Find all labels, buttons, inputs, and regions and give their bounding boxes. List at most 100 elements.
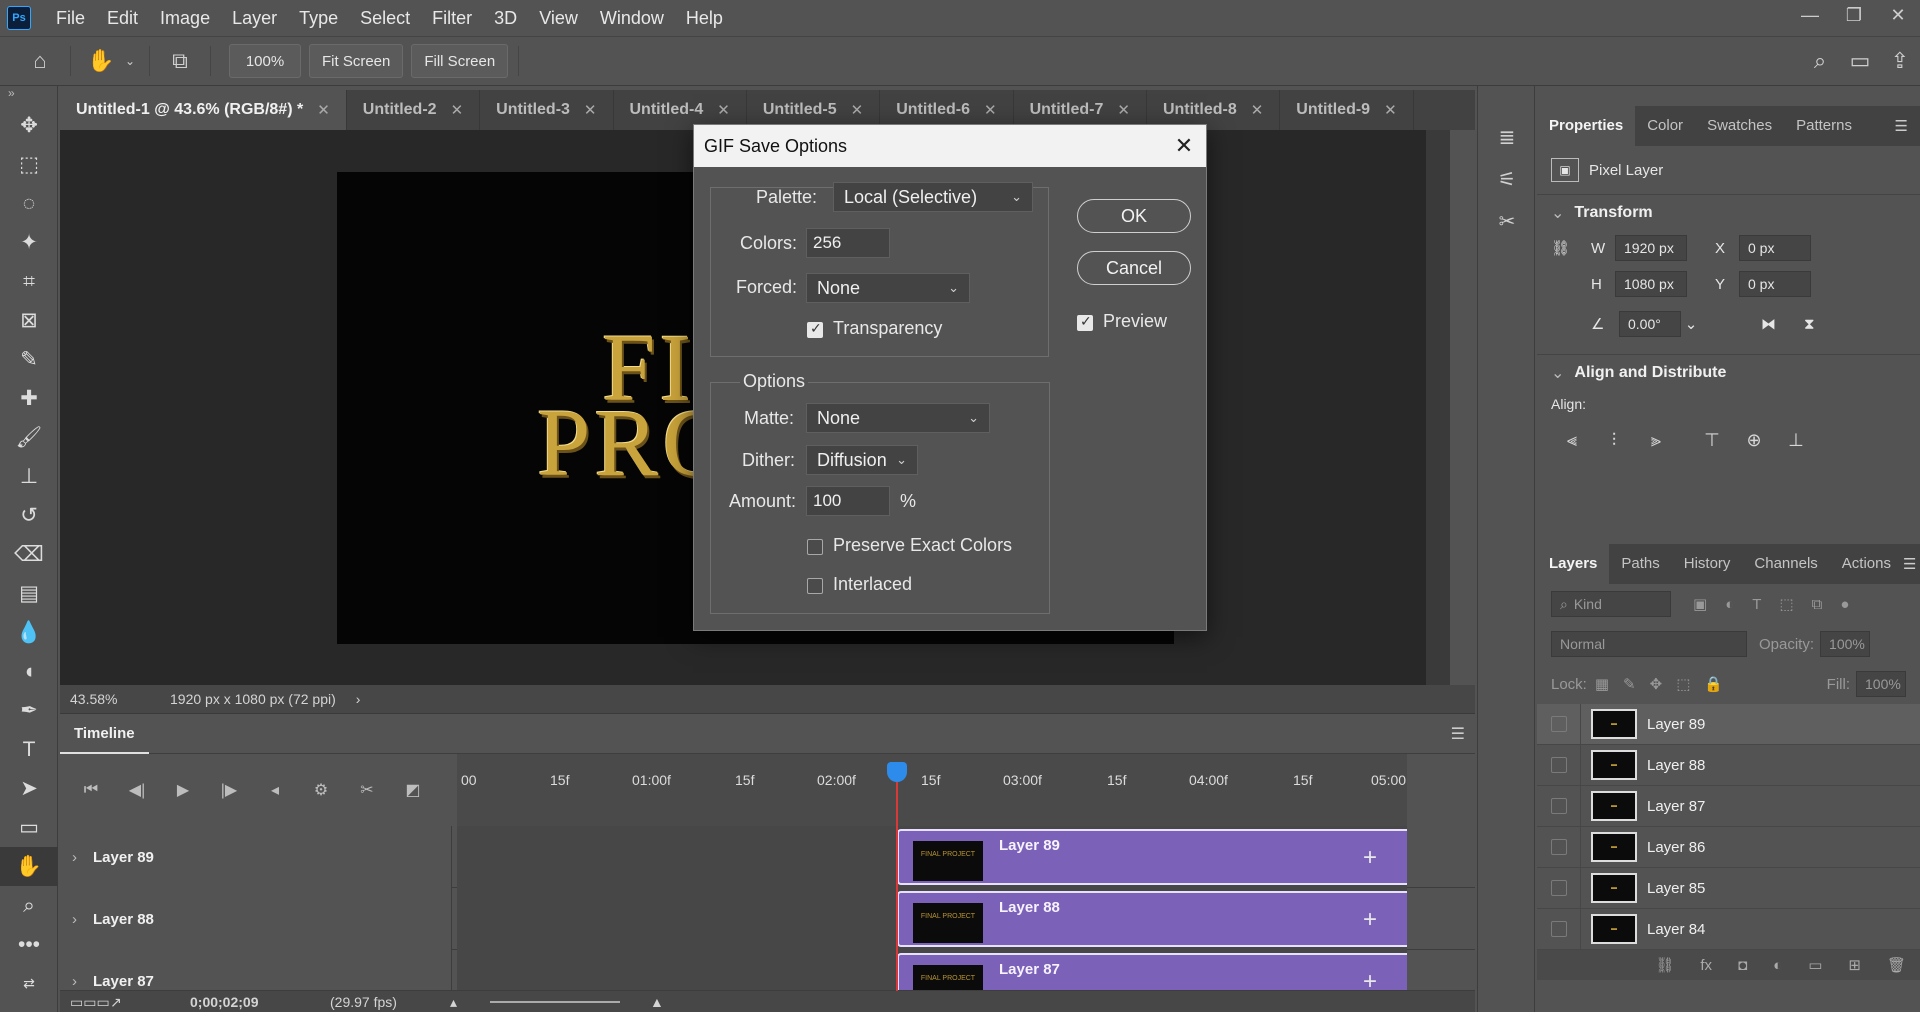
menu-filter[interactable]: Filter — [421, 0, 483, 36]
palette-select[interactable]: Local (Selective) ⌄ — [833, 182, 1033, 212]
new-layer-icon[interactable]: ⊞ — [1848, 956, 1861, 974]
timeline-track[interactable]: FINAL PROJECT Layer 89 + — [457, 826, 1407, 888]
filter-shape-icon[interactable]: ⬚ — [1779, 595, 1793, 613]
lock-transparent-icon[interactable]: ▦ — [1595, 675, 1609, 693]
panel-menu-icon[interactable]: ☰ — [1895, 117, 1908, 135]
visibility-toggle[interactable] — [1537, 868, 1581, 908]
search-icon[interactable]: ⌕ — [1800, 41, 1840, 81]
tab-color[interactable]: Color — [1635, 106, 1695, 146]
rectangle-tool-icon[interactable]: ▭ — [0, 808, 58, 847]
close-icon[interactable]: ✕ — [851, 101, 864, 119]
zoom-100-button[interactable]: 100% — [229, 44, 301, 78]
add-media-icon[interactable]: + — [1363, 906, 1377, 934]
close-icon[interactable]: ✕ — [317, 101, 330, 119]
go-to-first-frame-icon[interactable]: ⏮ — [68, 770, 114, 810]
chevron-right-icon[interactable]: › — [72, 849, 77, 866]
swap-colors-icon[interactable]: ⇄ — [0, 964, 58, 1003]
tab-history[interactable]: History — [1672, 544, 1743, 584]
eyedropper-tool-icon[interactable]: ✎ — [0, 340, 58, 379]
height-field[interactable]: 1080 px — [1615, 271, 1687, 297]
path-selection-tool-icon[interactable]: ➤ — [0, 769, 58, 808]
tab-untitled-1[interactable]: Untitled-1 @ 43.6% (RGB/8#) * ✕ — [60, 90, 347, 130]
visibility-toggle[interactable] — [1537, 745, 1581, 785]
render-video-icon[interactable]: ↗ — [110, 994, 190, 1011]
more-tools-icon[interactable]: ••• — [0, 925, 58, 964]
lock-all-icon[interactable]: 🔒 — [1704, 675, 1723, 693]
dither-select[interactable]: Diffusion ⌄ — [806, 445, 918, 475]
timeline-track[interactable]: FINAL PROJECT Layer 88 + — [457, 888, 1407, 950]
forced-select[interactable]: None ⌄ — [806, 273, 970, 303]
menu-help[interactable]: Help — [675, 0, 734, 36]
layer-item[interactable]: ▬ Layer 84 — [1537, 909, 1920, 950]
trash-icon[interactable]: 🗑 — [1887, 956, 1906, 974]
crop-tool-icon[interactable]: ⌗ — [0, 262, 58, 301]
zoom-level[interactable]: 43.58% — [60, 691, 160, 707]
menu-view[interactable]: View — [528, 0, 589, 36]
restore-icon[interactable]: ❐ — [1832, 0, 1876, 30]
tab-untitled-9[interactable]: Untitled-9 ✕ — [1280, 90, 1414, 130]
canvas-vertical-scrollbar[interactable] — [1426, 130, 1450, 685]
menu-window[interactable]: Window — [589, 0, 675, 36]
timeline-clip[interactable]: FINAL PROJECT Layer 87 — [897, 953, 1407, 990]
lock-position-icon[interactable]: ✥ — [1650, 675, 1663, 693]
playhead-handle[interactable] — [887, 762, 907, 782]
timeline-clip[interactable]: FINAL PROJECT Layer 89 — [897, 829, 1407, 885]
amount-input[interactable]: 100 — [806, 486, 890, 516]
x-field[interactable]: 0 px — [1739, 235, 1811, 261]
close-icon[interactable]: ✕ — [1384, 101, 1397, 119]
new-group-icon[interactable]: ▭ — [1808, 956, 1822, 974]
clone-stamp-tool-icon[interactable]: ⊥ — [0, 457, 58, 496]
preserve-exact-colors-checkbox[interactable] — [807, 539, 823, 555]
panel-menu-icon[interactable]: ☰ — [1451, 724, 1465, 744]
healing-brush-tool-icon[interactable]: ✚ — [0, 379, 58, 418]
link-layers-icon[interactable]: ⛓ — [1655, 956, 1674, 974]
tab-actions[interactable]: Actions — [1830, 544, 1903, 584]
playhead-line[interactable] — [896, 774, 898, 1012]
close-icon[interactable]: ✕ — [1251, 101, 1264, 119]
split-at-playhead-icon[interactable]: ✂ — [344, 770, 390, 810]
adjustments-icon[interactable]: ⚟ — [1478, 158, 1536, 200]
close-icon[interactable]: ✕ — [451, 101, 464, 119]
tab-properties[interactable]: Properties — [1537, 106, 1636, 146]
audio-icon[interactable]: ◂ — [252, 770, 298, 810]
type-tool-icon[interactable]: T — [0, 730, 58, 769]
filter-smart-object-icon[interactable]: ⧉ — [1812, 596, 1823, 613]
menu-file[interactable]: File — [45, 0, 96, 36]
layer-item[interactable]: ▬ Layer 86 — [1537, 827, 1920, 868]
zoom-out-icon[interactable]: ▴ — [450, 994, 490, 1011]
chevron-right-icon[interactable]: › — [356, 691, 361, 707]
workspace-icon[interactable]: ▭ — [1840, 41, 1880, 81]
frame-tool-icon[interactable]: ⊠ — [0, 301, 58, 340]
cancel-button[interactable]: Cancel — [1077, 251, 1191, 285]
tab-patterns[interactable]: Patterns — [1784, 106, 1864, 146]
close-icon[interactable]: ✕ — [1876, 0, 1920, 30]
close-icon[interactable]: ✕ — [584, 101, 597, 119]
tab-channels[interactable]: Channels — [1742, 544, 1829, 584]
opacity-field[interactable]: 100% — [1820, 631, 1871, 657]
pen-tool-icon[interactable]: ✒ — [0, 691, 58, 730]
home-icon[interactable]: ⌂ — [20, 41, 60, 81]
visibility-toggle[interactable] — [1537, 704, 1581, 744]
chevron-right-icon[interactable]: › — [72, 973, 77, 990]
timeline-row-header[interactable]: › Layer 89 — [60, 826, 452, 888]
minimize-icon[interactable]: — — [1788, 0, 1832, 30]
flip-vertical-icon[interactable]: ⧗ — [1804, 316, 1815, 333]
fit-screen-button[interactable]: Fit Screen — [309, 44, 404, 78]
align-vertical-centers-icon[interactable]: ⊕ — [1733, 423, 1775, 457]
timeline-title[interactable]: Timeline — [60, 713, 149, 754]
fill-field[interactable]: 100% — [1856, 671, 1906, 697]
menu-select[interactable]: Select — [349, 0, 421, 36]
blend-mode-select[interactable]: Normal — [1551, 631, 1747, 657]
menu-edit[interactable]: Edit — [96, 0, 149, 36]
time-ruler[interactable]: 00 15f 01:00f 15f 02:00f 15f 03:00f 15f … — [457, 754, 1407, 826]
colors-input[interactable]: 256 — [806, 228, 890, 258]
marquee-tool-icon[interactable]: ⬚ — [0, 145, 58, 184]
play-icon[interactable]: ▶ — [160, 770, 206, 810]
chevron-right-icon[interactable]: › — [72, 911, 77, 928]
matte-select[interactable]: None ⌄ — [806, 403, 990, 433]
transparency-checkbox[interactable] — [807, 320, 823, 338]
interlaced-checkbox[interactable] — [807, 578, 823, 594]
hand-tool-icon[interactable]: ✋ — [0, 847, 58, 886]
magic-wand-tool-icon[interactable]: ✦ — [0, 223, 58, 262]
timeline-track[interactable]: FINAL PROJECT Layer 87 + — [457, 950, 1407, 990]
